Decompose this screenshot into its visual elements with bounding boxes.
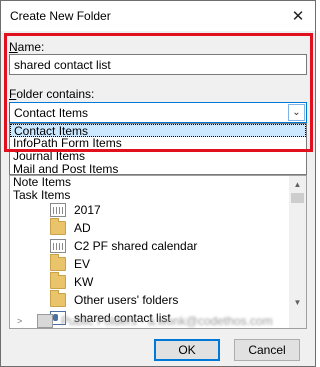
cancel-button[interactable]: Cancel [234, 339, 300, 361]
title-bar: Create New Folder ✕ [1, 1, 315, 31]
folder-name-input[interactable] [9, 54, 307, 75]
tree-item-label: Other users' folders [74, 293, 179, 307]
public-folders-label: Public Folders - a.wonk@codethos.com [61, 314, 273, 328]
chevron-right-icon: > [17, 316, 23, 326]
name-label: Name: [9, 40, 45, 54]
tree-item[interactable]: AD [50, 218, 91, 237]
folder-icon [50, 218, 66, 235]
folder-contains-label: Folder contains: [9, 87, 95, 101]
tree-item[interactable]: Other users' folders [50, 290, 179, 309]
folder-tree: Note Items Task Items 2017 AD C2 PF shar… [9, 175, 307, 329]
scroll-down-button[interactable]: ▼ [289, 294, 306, 311]
scroll-thumb[interactable] [291, 193, 304, 203]
create-new-folder-dialog: Create New Folder ✕ Name: Folder contain… [0, 0, 316, 367]
tree-item-public-folders[interactable]: > Public Folders - a.wonk@codethos.com [17, 312, 287, 330]
chevron-down-icon: ▼ [293, 298, 302, 307]
chevron-up-icon: ▲ [293, 180, 302, 189]
dropdown-toggle-button[interactable]: ⌄ [288, 104, 305, 121]
select-value: Contact Items [14, 106, 89, 120]
scroll-up-button[interactable]: ▲ [289, 176, 306, 193]
folder-contains-select[interactable]: Contact Items ⌄ [9, 102, 307, 123]
chevron-down-icon: ⌄ [292, 107, 301, 118]
folder-icon [50, 290, 66, 307]
folder-icon [50, 254, 66, 271]
tree-item[interactable]: C2 PF shared calendar [50, 237, 197, 255]
vertical-scrollbar[interactable]: ▲ ▼ [289, 176, 306, 328]
folder-icon [50, 272, 66, 289]
tree-item[interactable]: EV [50, 254, 91, 273]
public-folders-icon [37, 314, 53, 328]
tree-item[interactable]: 2017 [50, 201, 101, 219]
tree-item-label: C2 PF shared calendar [74, 239, 198, 253]
ok-button[interactable]: OK [154, 339, 220, 361]
tree-item-label: KW [74, 275, 94, 289]
tree-item-label: AD [74, 221, 91, 235]
tree-item[interactable]: KW [50, 272, 94, 291]
close-icon: ✕ [291, 8, 305, 25]
calendar-icon [50, 203, 66, 217]
folder-type-dropdown-list: Contact Items InfoPath Form Items Journa… [9, 123, 307, 176]
tree-item-label: EV [74, 257, 91, 271]
calendar-icon [50, 239, 66, 253]
tree-item-label: 2017 [74, 203, 101, 217]
close-button[interactable]: ✕ [287, 5, 309, 27]
window-title: Create New Folder [10, 9, 111, 23]
